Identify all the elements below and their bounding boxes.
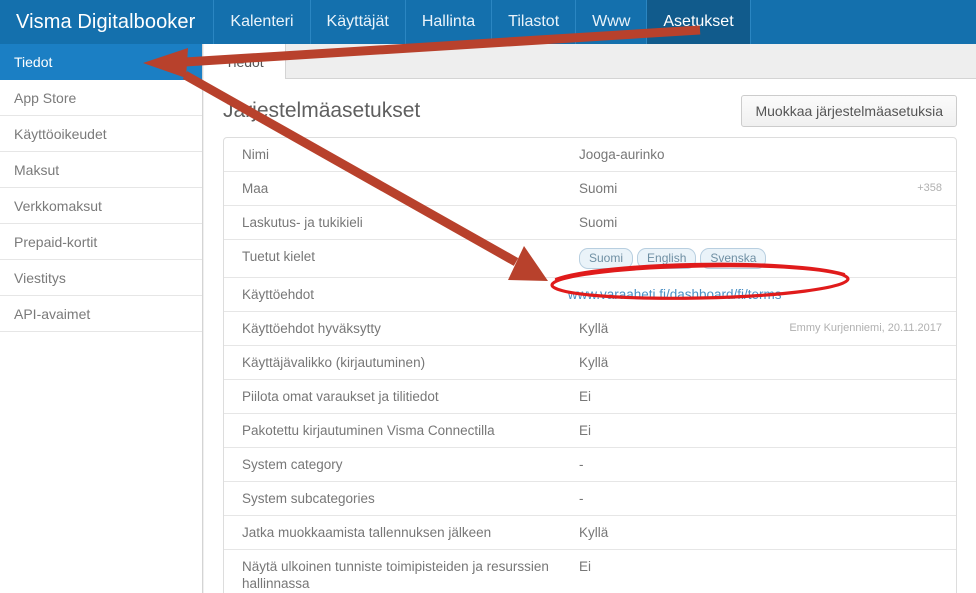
row-value: -: [579, 456, 776, 473]
table-row: Käyttöehdotwww.varaaheti.fi/dashboard/fi…: [224, 278, 956, 312]
table-row: Näytä ulkoinen tunniste toimipisteiden j…: [224, 550, 956, 593]
nav-tab-list: KalenteriKäyttäjätHallintaTilastotWwwAse…: [214, 0, 750, 44]
table-row: Käyttöehdot hyväksyttyKylläEmmy Kurjenni…: [224, 312, 956, 346]
nav-tab-hallinta[interactable]: Hallinta: [406, 0, 492, 44]
row-label: Käyttäjävalikko (kirjautuminen): [224, 354, 579, 371]
row-value: Ei: [579, 558, 776, 575]
table-row: MaaSuomi+358: [224, 172, 956, 206]
edit-system-settings-button[interactable]: Muokkaa järjestelmäasetuksia: [741, 95, 957, 127]
sidebar-item-viestitys[interactable]: Viestitys: [0, 260, 202, 296]
row-value: -: [579, 490, 776, 507]
table-row: Tuetut kieletSuomiEnglishSvenska: [224, 240, 956, 278]
table-row: Pakotettu kirjautuminen Visma Connectill…: [224, 414, 956, 448]
sidebar-item-app-store[interactable]: App Store: [0, 80, 202, 116]
row-label: System subcategories: [224, 490, 579, 507]
system-settings-panel: NimiJooga-aurinkoMaaSuomi+358Laskutus- j…: [223, 137, 957, 593]
row-value: Suomi: [579, 180, 776, 197]
row-value: www.varaaheti.fi/dashboard/fi/terms: [568, 286, 782, 303]
sidebar-item-tiedot[interactable]: Tiedot: [0, 44, 202, 80]
table-row: Piilota omat varaukset ja tilitiedotEi: [224, 380, 956, 414]
row-value: Ei: [579, 388, 776, 405]
content-tabstrip: Tiedot: [204, 44, 976, 79]
terms-link[interactable]: www.varaaheti.fi/dashboard/fi/terms: [568, 287, 782, 302]
sidebar-item-list: TiedotApp StoreKäyttöoikeudetMaksutVerkk…: [0, 44, 202, 332]
sidebar: TiedotApp StoreKäyttöoikeudetMaksutVerkk…: [0, 44, 203, 593]
page-header: Järjestelmäasetukset Muokkaa järjestelmä…: [204, 79, 976, 137]
nav-tab-www[interactable]: Www: [576, 0, 647, 44]
language-badge[interactable]: Svenska: [700, 248, 766, 269]
app-root: Visma Digitalbooker KalenteriKäyttäjätHa…: [0, 0, 976, 593]
row-label: Käyttöehdot hyväksytty: [224, 320, 579, 337]
table-row: NimiJooga-aurinko: [224, 138, 956, 172]
nav-tab-k-ytt-j-t[interactable]: Käyttäjät: [311, 0, 406, 44]
row-label: Maa: [224, 180, 579, 197]
row-label: Piilota omat varaukset ja tilitiedot: [224, 388, 579, 405]
row-value: Suomi: [579, 214, 776, 231]
navbar-filler: [751, 0, 976, 44]
main-content: Tiedot Järjestelmäasetukset Muokkaa järj…: [204, 44, 976, 593]
sidebar-item-api-avaimet[interactable]: API-avaimet: [0, 296, 202, 332]
table-row: Laskutus- ja tukikieliSuomi: [224, 206, 956, 240]
language-badge[interactable]: English: [637, 248, 696, 269]
row-meta: Emmy Kurjenniemi, 20.11.2017: [776, 320, 956, 337]
table-row: Käyttäjävalikko (kirjautuminen)Kyllä: [224, 346, 956, 380]
row-label: Nimi: [224, 146, 579, 163]
table-row: Jatka muokkaamista tallennuksen jälkeenK…: [224, 516, 956, 550]
tab-tiedot[interactable]: Tiedot: [204, 44, 286, 79]
sidebar-item-k-ytt-oikeudet[interactable]: Käyttöoikeudet: [0, 116, 202, 152]
row-label: Tuetut kielet: [224, 248, 579, 265]
language-badge[interactable]: Suomi: [579, 248, 633, 269]
row-label: Laskutus- ja tukikieli: [224, 214, 579, 231]
row-value: Kyllä: [579, 524, 776, 541]
settings-table: NimiJooga-aurinkoMaaSuomi+358Laskutus- j…: [224, 138, 956, 593]
row-label: Käyttöehdot: [224, 286, 568, 303]
table-row: System category-: [224, 448, 956, 482]
row-label: Pakotettu kirjautuminen Visma Connectill…: [224, 422, 579, 439]
sidebar-item-prepaid-kortit[interactable]: Prepaid-kortit: [0, 224, 202, 260]
row-value: Kyllä: [579, 354, 776, 371]
brand-logo[interactable]: Visma Digitalbooker: [0, 0, 214, 44]
table-row: System subcategories-: [224, 482, 956, 516]
nav-tab-tilastot[interactable]: Tilastot: [492, 0, 576, 44]
row-label: Näytä ulkoinen tunniste toimipisteiden j…: [224, 558, 579, 592]
row-value: SuomiEnglishSvenska: [579, 248, 776, 269]
top-navbar: Visma Digitalbooker KalenteriKäyttäjätHa…: [0, 0, 976, 44]
nav-tab-kalenteri[interactable]: Kalenteri: [214, 0, 310, 44]
row-label: System category: [224, 456, 579, 473]
row-value: Jooga-aurinko: [579, 146, 776, 163]
sidebar-item-maksut[interactable]: Maksut: [0, 152, 202, 188]
nav-tab-asetukset[interactable]: Asetukset: [647, 0, 750, 44]
sidebar-item-verkkomaksut[interactable]: Verkkomaksut: [0, 188, 202, 224]
row-meta: +358: [776, 180, 956, 197]
row-label: Jatka muokkaamista tallennuksen jälkeen: [224, 524, 579, 541]
page-title: Järjestelmäasetukset: [223, 99, 420, 123]
row-value: Ei: [579, 422, 776, 439]
row-value: Kyllä: [579, 320, 776, 337]
